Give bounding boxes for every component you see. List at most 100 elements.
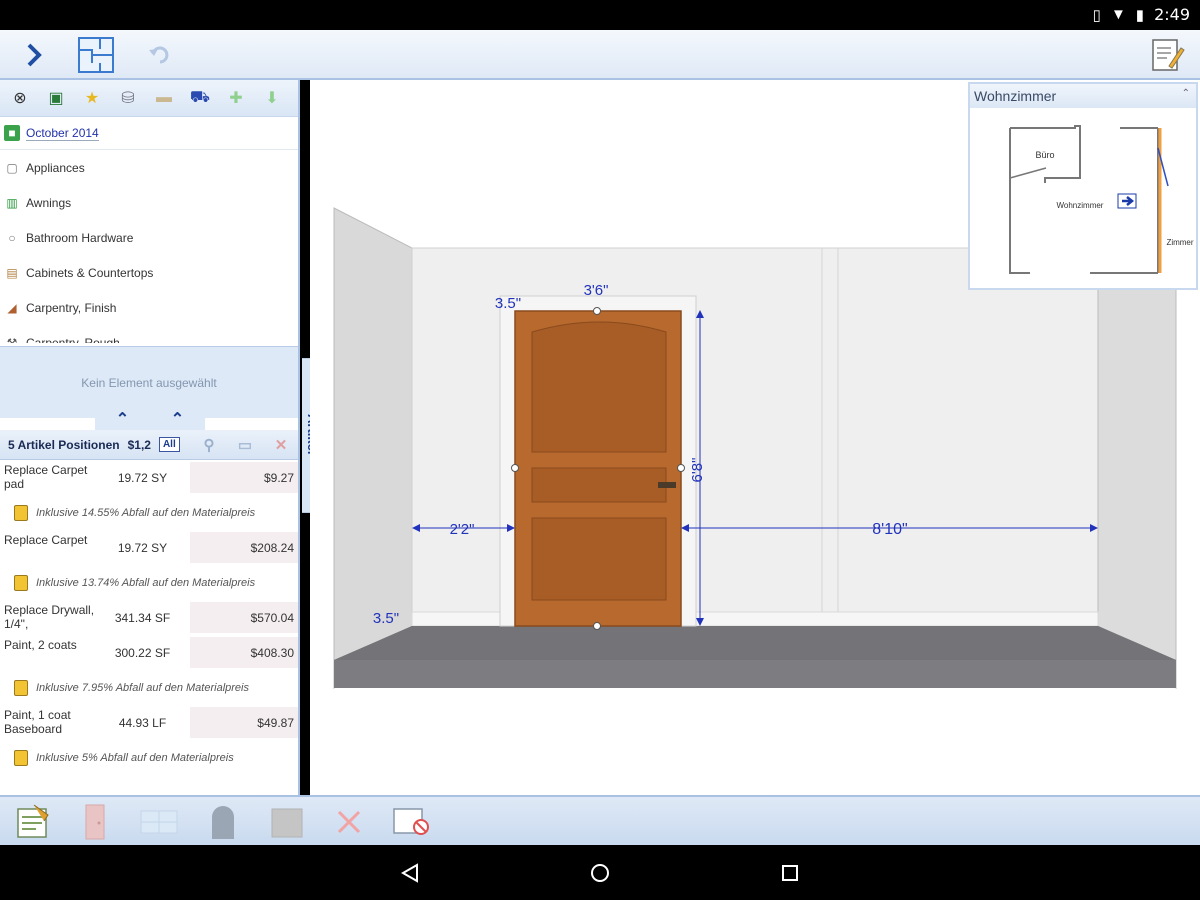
home-button[interactable] (580, 857, 620, 889)
window-tool-button[interactable] (138, 801, 180, 843)
position-description: Replace Drywall, 1/4", (4, 602, 95, 631)
all-button[interactable]: All (158, 437, 180, 452)
dim-bottom-left-label: 3.5" (373, 610, 399, 627)
category-item[interactable]: ▤ Cabinets & Countertops (0, 255, 298, 290)
notes-button[interactable] (1145, 33, 1189, 77)
arch-icon (212, 806, 234, 839)
box-icon: ▢ (6, 160, 18, 175)
waste-note[interactable]: Inklusive 13.74% Abfall auf den Material… (0, 565, 298, 600)
door-panel-top (531, 321, 667, 453)
filter-icon[interactable]: ⚲ (200, 436, 218, 454)
category-label: Awnings (26, 195, 72, 210)
cylinder-icon[interactable]: ⛁ (114, 85, 142, 111)
position-quantity: 341.34 SF (114, 610, 171, 625)
dim-left-label: 2'2" (450, 521, 475, 538)
expand-up-button-2[interactable]: ⌃ (150, 408, 205, 430)
position-quantity: 19.72 SY (117, 470, 168, 485)
floorplan-icon (78, 37, 114, 73)
expand-up-button[interactable]: ⌃ (95, 408, 150, 430)
position-description: Replace Carpet (4, 532, 88, 547)
waste-note[interactable]: Inklusive 5% Abfall auf den Materialprei… (0, 740, 298, 775)
panel-resize-tabs: ⌃ ⌃ (95, 408, 205, 430)
home-icon (591, 864, 609, 882)
room-label: Zimmer (1166, 238, 1193, 247)
recents-icon (782, 865, 798, 881)
resize-handle-left[interactable] (511, 464, 519, 472)
note-text: Inklusive 13.74% Abfall auf den Material… (36, 576, 256, 589)
battery-icon: ▮ (1135, 6, 1145, 24)
undo-icon (149, 46, 169, 64)
ring-icon: ○ (8, 230, 16, 245)
note-text: Inklusive 14.55% Abfall auf den Material… (36, 506, 256, 519)
floor-top (334, 626, 1176, 660)
position-price: $49.87 (190, 707, 298, 738)
waste-note[interactable]: Inklusive 7.95% Abfall auf den Materialp… (0, 670, 298, 705)
note-text: Inklusive 7.95% Abfall auf den Materialp… (36, 681, 249, 694)
recents-button[interactable] (770, 857, 810, 889)
floorplan-button[interactable] (74, 33, 118, 77)
top-toolbar (0, 30, 1200, 80)
tag-icon[interactable]: ▬ (150, 85, 178, 111)
window-icon (140, 810, 178, 834)
category-item[interactable]: ◢ Carpentry, Finish (0, 290, 298, 325)
positions-count: 5 Artikel Positionen (8, 437, 120, 452)
estimate-button[interactable] (12, 801, 54, 843)
collapse-icon[interactable]: ⌃ (1182, 88, 1190, 99)
period-selector[interactable]: ■ October 2014 (0, 117, 298, 150)
minimap-title: Wohnzimmer (974, 88, 1057, 104)
position-row[interactable]: Paint, 1 coat Baseboard 44.93 LF $49.87 (0, 705, 298, 740)
resize-handle-bottom[interactable] (593, 622, 601, 630)
download-icon[interactable]: ⬇ (258, 85, 286, 111)
note-icon (14, 504, 28, 521)
category-item[interactable]: ▥ Awnings (0, 185, 298, 220)
resize-handle-top[interactable] (593, 307, 601, 315)
minimap-header: Wohnzimmer ⌃ (970, 84, 1196, 108)
category-item[interactable]: ○ Bathroom Hardware (0, 220, 298, 255)
category-label: Appliances (26, 160, 85, 175)
photo-icon[interactable]: ▣ (42, 85, 70, 111)
dim-left-top-label: 3.5" (495, 295, 521, 312)
category-item[interactable]: ▢ Appliances (0, 150, 298, 185)
cancel-icon (393, 808, 429, 835)
chevron-right-icon (27, 43, 42, 67)
box-tool-button[interactable] (266, 801, 308, 843)
category-label: Cabinets & Countertops (26, 265, 154, 280)
position-description: Paint, 2 coats (4, 637, 77, 652)
left-panel: ⊗ ▣ ★ ⛁ ▬ ⛟ ✚ ⬇ ■ October 2014 ▢ Appliances ▥ Awni… (0, 80, 300, 795)
positions-list: Replace Carpet pad 19.72 SY $9.27 Inklusive… (0, 460, 298, 795)
position-row[interactable]: Replace Carpet 19.72 SY $208.24 (0, 530, 298, 565)
cancel-button[interactable] (390, 801, 432, 843)
remove-icon[interactable]: ✕ (272, 436, 290, 454)
waste-note[interactable]: Inklusive 14.55% Abfall auf den Material… (0, 495, 298, 530)
arch-tool-button[interactable] (202, 801, 244, 843)
back-button[interactable] (390, 857, 430, 889)
add-icon[interactable]: ✚ (222, 85, 250, 111)
position-row[interactable]: Replace Drywall, 1/4", 341.34 SF $570.04 (0, 600, 298, 635)
door-handle (658, 482, 676, 488)
hammer-icon: ⚒ (6, 335, 18, 344)
book-icon: ■ (4, 125, 20, 141)
cart-icon[interactable]: ⛟ (186, 85, 214, 111)
resize-handle-right[interactable] (677, 464, 685, 472)
note-icon (14, 749, 28, 766)
room-label: Büro (1035, 150, 1054, 160)
position-row[interactable]: Paint, 2 coats 300.22 SF $408.30 (0, 635, 298, 670)
expand-button[interactable] (12, 33, 56, 77)
category-label: Carpentry, Rough (26, 335, 120, 344)
room-minimap[interactable]: Wohnzimmer ⌃ Büro Wohnzimmer Zimmer (968, 82, 1198, 290)
door-tool-button[interactable] (74, 801, 116, 843)
bottom-toolbar (0, 795, 1200, 845)
binoculars-icon[interactable]: ⊗ (6, 85, 34, 111)
position-price: $570.04 (190, 602, 298, 633)
position-price: $408.30 (190, 637, 298, 668)
position-row[interactable]: Replace Carpet pad 19.72 SY $9.27 (0, 460, 298, 495)
delete-button[interactable] (328, 801, 370, 843)
room-label: Wohnzimmer (1057, 201, 1104, 210)
minimap-plan: Büro Wohnzimmer Zimmer (1009, 125, 1194, 274)
category-item[interactable]: ⚒ Carpentry, Rough (0, 325, 298, 344)
note-icon (14, 679, 28, 696)
position-price: $9.27 (190, 462, 298, 493)
undo-button[interactable] (138, 33, 182, 77)
comment-icon[interactable]: ▭ (236, 436, 254, 454)
star-icon[interactable]: ★ (78, 85, 106, 111)
